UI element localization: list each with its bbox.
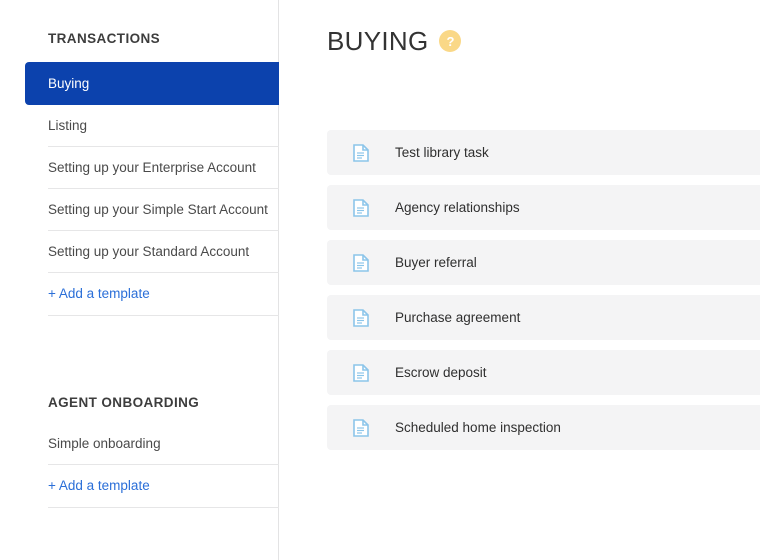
sidebar-item-simple-start-account[interactable]: Setting up your Simple Start Account <box>48 189 279 231</box>
document-icon <box>353 308 369 327</box>
document-icon <box>353 198 369 217</box>
add-template-button-agent-onboarding[interactable]: + Add a template <box>48 465 279 508</box>
list-item-label: Scheduled home inspection <box>395 420 561 435</box>
sidebar-item-label: Setting up your Standard Account <box>48 244 250 259</box>
list-item[interactable]: Buyer referral <box>327 240 760 285</box>
sidebar-group-title-agent-onboarding: AGENT ONBOARDING <box>48 395 200 410</box>
list-item-label: Purchase agreement <box>395 310 521 325</box>
sidebar-item-label: Listing <box>48 118 88 133</box>
page-header: BUYING ? <box>327 26 462 56</box>
document-icon <box>353 143 369 162</box>
list-item[interactable]: Test library task <box>327 130 760 175</box>
add-template-label: + Add a template <box>48 478 150 493</box>
sidebar-item-label: Buying <box>48 76 90 91</box>
sidebar-item-label: Simple onboarding <box>48 436 161 451</box>
sidebar-item-simple-onboarding[interactable]: Simple onboarding <box>48 423 279 465</box>
sidebar-group-title-transactions: TRANSACTIONS <box>48 31 161 46</box>
sidebar-item-buying[interactable]: Buying <box>25 62 279 105</box>
document-icon <box>353 363 369 382</box>
sidebar: TRANSACTIONS Buying Listing Setting up y… <box>0 0 279 560</box>
task-list: Test library task Agency relationships B… <box>327 130 760 460</box>
document-icon <box>353 418 369 437</box>
add-template-label: + Add a template <box>48 286 150 301</box>
sidebar-item-label: Setting up your Simple Start Account <box>48 202 268 217</box>
main-content: BUYING ? Test library task Agency relati… <box>279 0 760 560</box>
sidebar-item-standard-account[interactable]: Setting up your Standard Account <box>48 231 279 273</box>
sidebar-nav-transactions: Buying Listing Setting up your Enterpris… <box>0 62 279 316</box>
list-item-label: Buyer referral <box>395 255 477 270</box>
template-library-page: TRANSACTIONS Buying Listing Setting up y… <box>0 0 760 560</box>
list-item[interactable]: Escrow deposit <box>327 350 760 395</box>
list-item-label: Agency relationships <box>395 200 520 215</box>
question-mark-circle-icon[interactable]: ? <box>439 30 462 52</box>
document-icon <box>353 253 369 272</box>
list-item[interactable]: Scheduled home inspection <box>327 405 760 450</box>
sidebar-nav-agent-onboarding: Simple onboarding + Add a template <box>0 423 279 508</box>
help-badge-label: ? <box>446 33 455 49</box>
sidebar-item-enterprise-account[interactable]: Setting up your Enterprise Account <box>48 147 279 189</box>
list-item[interactable]: Purchase agreement <box>327 295 760 340</box>
sidebar-item-label: Setting up your Enterprise Account <box>48 160 256 175</box>
list-item[interactable]: Agency relationships <box>327 185 760 230</box>
page-title: BUYING <box>327 26 429 56</box>
list-item-label: Test library task <box>395 145 489 160</box>
add-template-button-transactions[interactable]: + Add a template <box>48 273 279 316</box>
list-item-label: Escrow deposit <box>395 365 487 380</box>
sidebar-item-listing[interactable]: Listing <box>48 105 279 147</box>
